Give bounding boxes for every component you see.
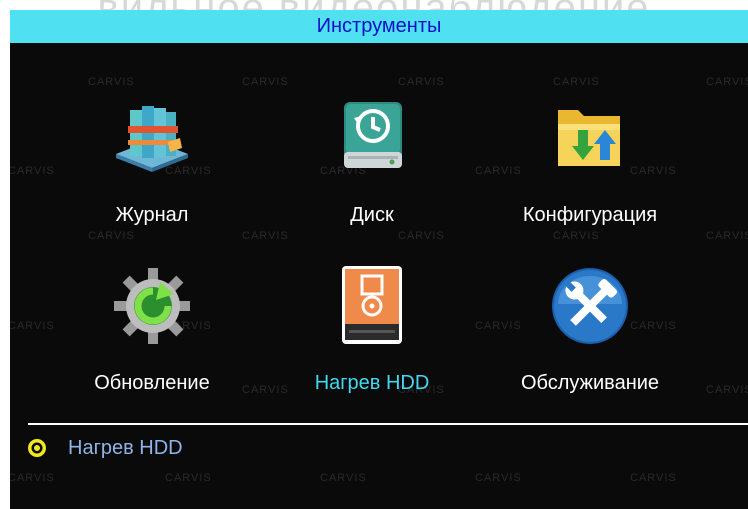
update-gear-icon — [114, 268, 190, 344]
tile-label: Журнал — [115, 204, 189, 226]
watermark-text: CARVIS — [165, 472, 212, 484]
tile-label: Диск — [350, 204, 394, 226]
log-books-icon — [116, 106, 188, 172]
radio-dot-icon — [28, 439, 46, 457]
config-folder-icon — [558, 110, 620, 166]
watermark-text: CARVIS — [475, 472, 522, 484]
tile-label: Нагрев HDD — [314, 372, 430, 394]
status-label: Нагрев HDD — [68, 436, 183, 459]
tile-label: Конфигурация — [522, 204, 658, 226]
tile-update[interactable]: Обновление — [62, 264, 242, 404]
page-title: Инструменты — [316, 15, 442, 37]
watermark-text: CARVIS — [706, 230, 748, 242]
tile-configuration[interactable]: Конфигурация — [500, 96, 680, 236]
tools-menu-panel: Инструменты CARVIS CARVIS CARVIS CARVIS … — [10, 10, 748, 509]
title-bar: Инструменты — [10, 10, 748, 43]
tile-maintenance[interactable]: Обслуживание — [500, 264, 680, 404]
watermark-text: CARVIS — [706, 76, 748, 88]
tile-journal[interactable]: Журнал — [62, 96, 242, 236]
tile-hdd-heating[interactable]: Нагрев HDD — [282, 264, 462, 404]
watermark-text: CARVIS — [242, 76, 289, 88]
status-bar: Нагрев HDD — [26, 434, 183, 462]
tile-label: Обслуживание — [520, 372, 660, 394]
watermark-text: CARVIS — [10, 320, 55, 332]
watermark-text: CARVIS — [320, 472, 367, 484]
tile-disk[interactable]: Диск — [282, 96, 462, 236]
maintenance-tools-icon — [552, 268, 628, 344]
disk-history-icon — [344, 102, 402, 168]
watermark-text: CARVIS — [88, 76, 135, 88]
watermark-text: CARVIS — [553, 76, 600, 88]
watermark-text: CARVIS — [10, 472, 55, 484]
divider — [28, 423, 748, 425]
watermark-text: CARVIS — [10, 165, 55, 177]
tile-label: Обновление — [94, 372, 210, 394]
watermark-text: CARVIS — [706, 384, 748, 396]
watermark-text: CARVIS — [630, 472, 677, 484]
watermark-text: CARVIS — [398, 76, 445, 88]
hdd-heating-icon — [342, 266, 402, 344]
